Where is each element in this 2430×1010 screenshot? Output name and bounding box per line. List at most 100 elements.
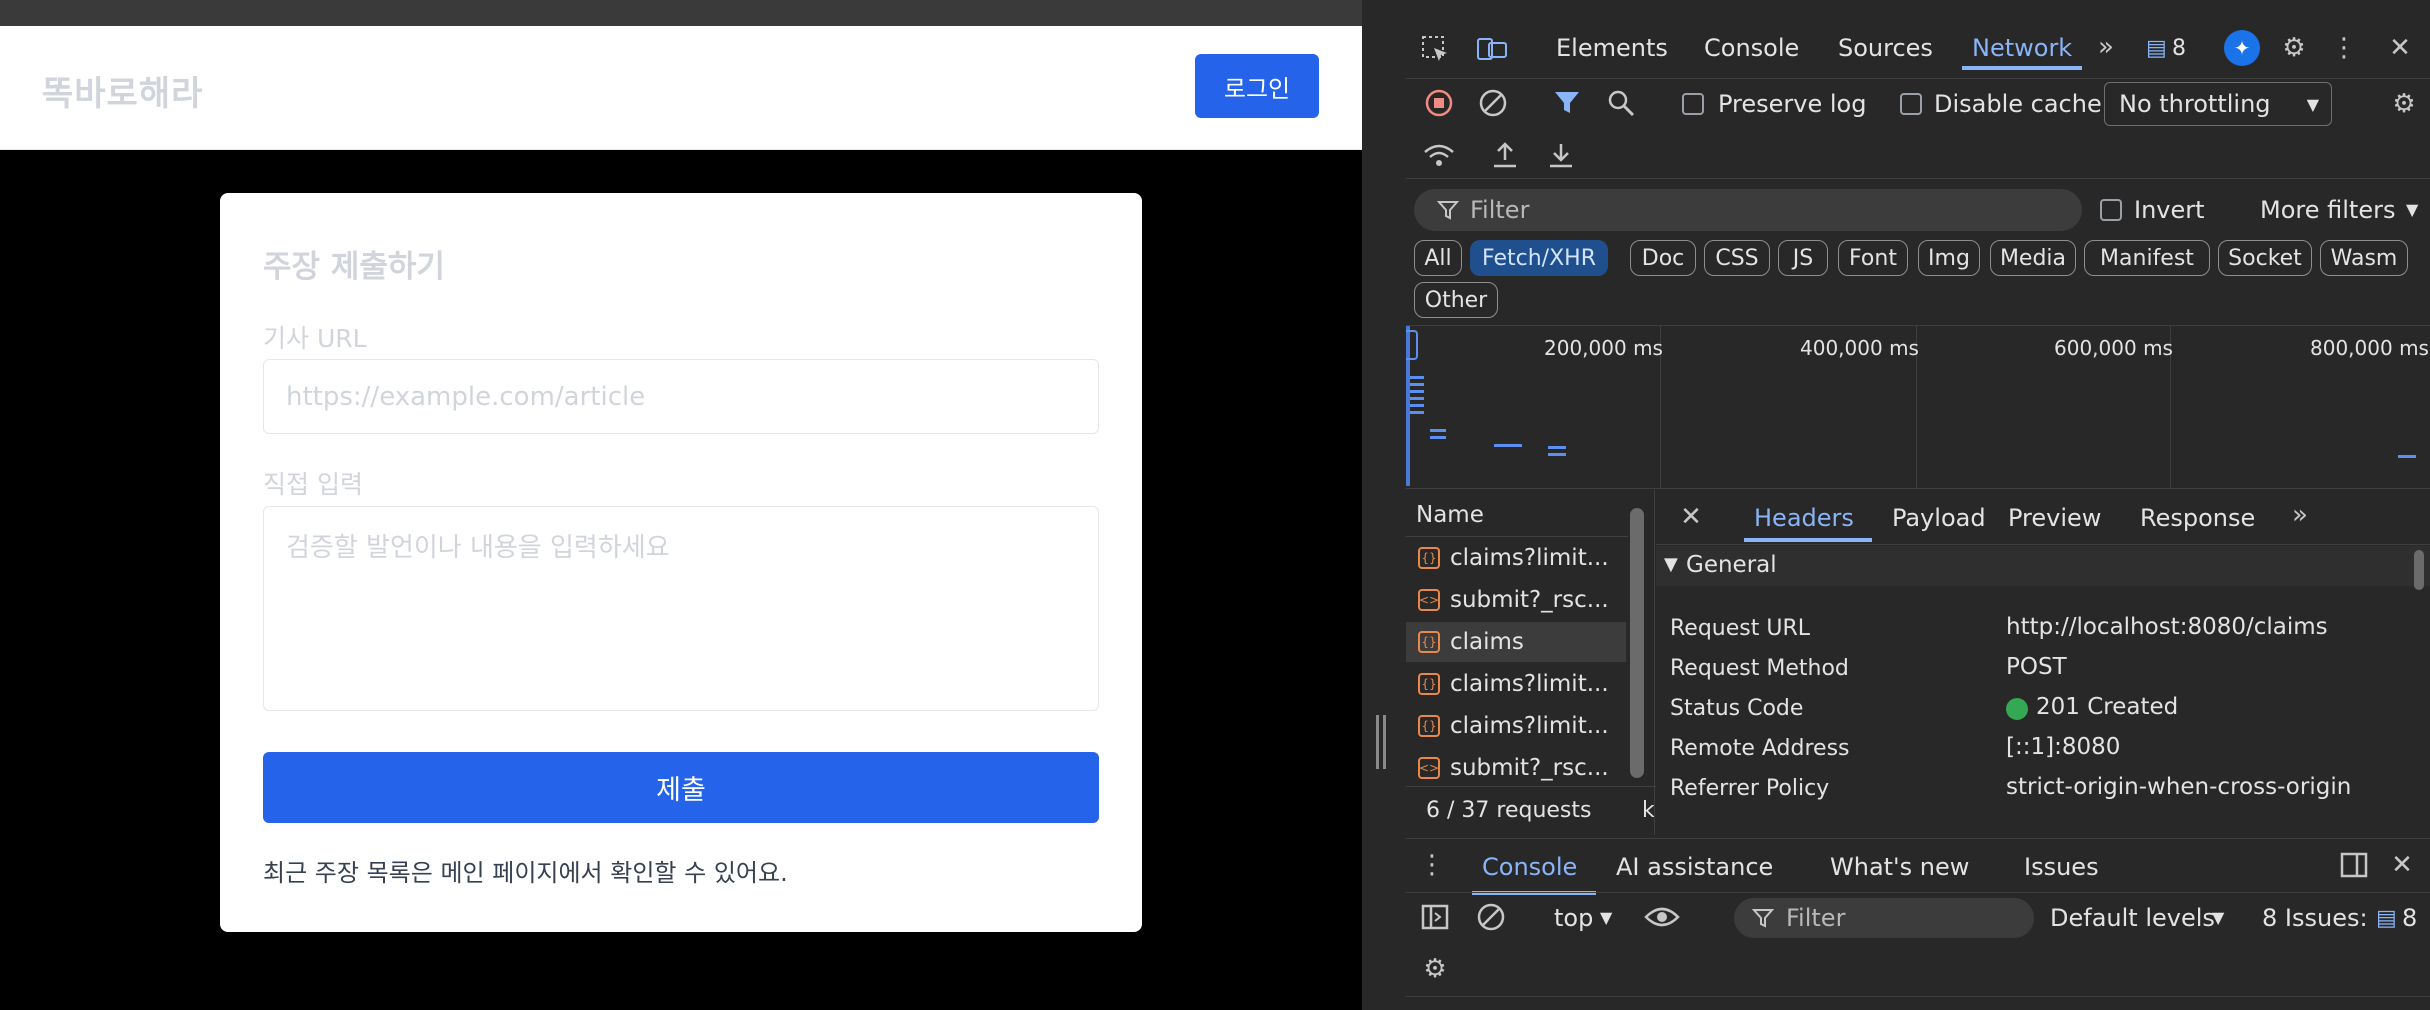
timeline-label: 200,000 ms [1544,336,1663,360]
divider [1406,488,2430,489]
clear-icon[interactable] [1478,88,1508,118]
ai-assistance-icon[interactable]: ✦ [2224,30,2260,66]
text-label: 직접 입력 [263,470,363,499]
request-list-scrollbar[interactable] [1630,508,1644,778]
request-row[interactable]: <> submit?_rsc... [1406,580,1626,620]
filter-input[interactable]: Filter [1414,189,2082,231]
filter-media[interactable]: Media [1990,240,2076,276]
browser-chrome-strip [0,0,1362,26]
drawer-tab-issues[interactable]: Issues [2024,853,2099,881]
issues-icon[interactable]: ▤ [2146,36,2167,61]
request-row[interactable]: {} claims?limit... [1406,538,1626,578]
timeline-request-bar [1410,383,1424,386]
console-sidebar-icon[interactable] [1420,902,1450,932]
issues-count[interactable]: 8 [2172,36,2186,61]
tab-elements[interactable]: Elements [1556,34,1668,62]
filter-manifest[interactable]: Manifest [2084,240,2210,276]
settings-gear-icon[interactable]: ⚙ [2278,32,2310,64]
stop-recording-icon[interactable] [1424,88,1454,118]
claim-textarea[interactable]: 검증할 발언이나 내용을 입력하세요 [263,506,1099,711]
timeline-request-bar [1430,436,1446,439]
filter-other[interactable]: Other [1414,282,1498,318]
export-har-icon[interactable] [1546,140,1576,170]
drawer-tab-ai-assistance[interactable]: AI assistance [1616,853,1773,881]
timeline-request-bar [2398,455,2416,458]
disable-cache-checkbox[interactable] [1900,93,1922,115]
clear-console-icon[interactable] [1476,902,1506,932]
drawer-tab-whats-new[interactable]: What's new [1830,853,1969,881]
devtools-splitter [1362,0,1406,1010]
login-button[interactable]: 로그인 [1195,54,1319,118]
console-filter-placeholder: Filter [1786,904,1846,932]
divider [1406,78,2430,79]
filter-doc[interactable]: Doc [1630,240,1696,276]
inspect-element-icon[interactable] [1420,34,1450,64]
tab-console[interactable]: Console [1704,34,1799,62]
filter-icon[interactable] [1552,88,1582,118]
device-toolbar-icon[interactable] [1476,34,1508,64]
submit-button[interactable]: 제출 [263,752,1099,823]
fetch-icon: {} [1418,547,1440,569]
tab-response[interactable]: Response [2140,504,2255,532]
invert-checkbox[interactable] [2100,199,2122,221]
filter-img[interactable]: Img [1918,240,1980,276]
request-method-key: Request Method [1670,656,1849,681]
drawer-tab-console[interactable]: Console [1482,853,1577,881]
request-row[interactable]: {} claims?limit... [1406,664,1626,704]
dock-side-icon[interactable] [2338,849,2370,881]
timeline-request-bar [1410,411,1424,414]
network-settings-icon[interactable]: ⚙ [2388,88,2420,120]
resize-handle[interactable] [1376,715,1386,769]
tab-preview[interactable]: Preview [2008,504,2101,532]
document-icon: <> [1418,589,1440,611]
close-drawer-icon[interactable]: ✕ [2386,849,2418,881]
timeline-request-bar [1410,390,1424,393]
site-logo[interactable]: 똑바로해라 [42,66,203,115]
filter-wasm[interactable]: Wasm [2320,240,2408,276]
filter-all[interactable]: All [1414,240,1462,276]
filter-socket[interactable]: Socket [2218,240,2312,276]
log-levels-select[interactable]: Default levels [2050,904,2215,932]
url-input[interactable]: https://example.com/article [263,359,1099,434]
tab-network[interactable]: Network [1972,34,2072,62]
timeline-request-bar [1410,397,1424,400]
more-filters-button[interactable]: More filters [2260,196,2395,224]
timeline-request-bar [1548,446,1566,449]
close-detail-icon[interactable]: ✕ [1676,502,1706,532]
console-settings-icon[interactable]: ⚙ [1420,954,1450,984]
divider [1406,892,2430,893]
throttling-select[interactable]: No throttling ▼ [2104,82,2332,126]
close-icon[interactable]: ✕ [2384,32,2416,64]
preserve-log-checkbox[interactable] [1682,93,1704,115]
request-row[interactable]: {} claims?limit... [1406,706,1626,746]
issues-summary[interactable]: 8 Issues: [2262,904,2368,932]
more-detail-tabs-icon[interactable]: » [2292,500,2308,530]
timeline-start-grip[interactable] [1406,330,1418,360]
url-label: 기사 URL [263,324,367,353]
tab-headers[interactable]: Headers [1754,504,1854,532]
status-code-value: 201 Created [2036,694,2179,720]
live-expression-eye-icon[interactable] [1644,902,1680,932]
network-conditions-icon[interactable] [1422,140,1456,170]
filter-fetch-xhr[interactable]: Fetch/XHR [1470,240,1608,276]
network-overview[interactable]: 200,000 ms 400,000 ms 600,000 ms 800,000… [1406,325,2430,488]
filter-font[interactable]: Font [1838,240,1908,276]
search-icon[interactable] [1606,88,1636,118]
caret-down-icon: ▼ [2212,908,2225,927]
tab-sources[interactable]: Sources [1838,34,1933,62]
page-title: 주장 제출하기 [263,249,445,285]
referrer-policy-key: Referrer Policy [1670,776,1830,801]
timeline-request-bar [1430,429,1446,432]
request-row[interactable]: <> submit?_rsc... [1406,748,1626,788]
detail-scrollbar[interactable] [2414,550,2424,590]
more-tabs-icon[interactable]: » [2098,32,2114,62]
filter-js[interactable]: JS [1778,240,1828,276]
drawer-menu-icon[interactable]: ⋮ [1419,849,1445,881]
context-selector[interactable]: top [1554,904,1593,932]
import-har-icon[interactable] [1490,140,1520,170]
tab-payload[interactable]: Payload [1892,504,1986,532]
console-filter-input[interactable] [1734,898,2034,938]
request-row-selected[interactable]: {} claims [1406,622,1626,662]
kebab-menu-icon[interactable]: ⋮ [2331,32,2357,64]
filter-css[interactable]: CSS [1704,240,1770,276]
